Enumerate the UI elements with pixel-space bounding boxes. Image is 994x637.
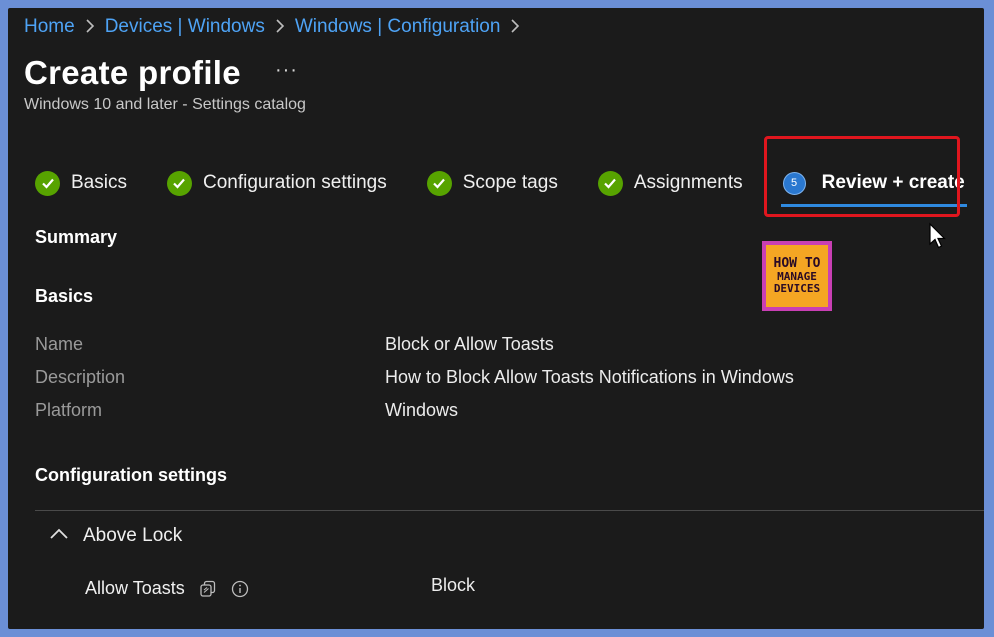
step-scope-tags[interactable]: Scope tags (426, 170, 558, 196)
setting-label: Allow Toasts (85, 578, 185, 598)
setting-row-allow-toasts: Allow Toasts (85, 578, 263, 599)
property-label-description: Description (35, 367, 126, 387)
app-window: Home Devices | Windows Windows | Configu… (8, 8, 984, 629)
step-label: Basics (71, 172, 127, 193)
breadcrumb: Home Devices | Windows Windows | Configu… (24, 15, 530, 39)
step-label: Configuration settings (202, 172, 387, 193)
logo-inner: HOW TO MANAGE DEVICES (766, 245, 828, 307)
highlight-annotation (764, 136, 960, 217)
mouse-cursor-icon (928, 222, 948, 255)
checkmark-icon (166, 170, 192, 196)
property-value-description: How to Block Allow Toasts Notifications … (385, 367, 794, 387)
logo-line-1: HOW TO (773, 256, 821, 271)
chevron-right-icon (275, 17, 285, 38)
step-basics[interactable]: Basics (35, 170, 127, 196)
property-label-name: Name (35, 334, 84, 354)
chevron-up-icon (50, 527, 68, 545)
checkmark-icon (597, 170, 623, 196)
checkmark-icon (35, 170, 60, 196)
chevron-right-icon (85, 17, 95, 38)
group-label: Above Lock (83, 525, 183, 546)
step-label: Assignments (633, 172, 743, 193)
property-value-platform: Windows (385, 400, 459, 420)
logo-line-3: DEVICES (773, 282, 821, 295)
step-label: Scope tags (462, 172, 558, 193)
group-header-above-lock[interactable]: Above Lock (50, 525, 182, 547)
copy-icon[interactable] (199, 580, 217, 598)
step-assignments[interactable]: Assignments (597, 170, 743, 196)
breadcrumb-home[interactable]: Home (24, 16, 75, 38)
divider (35, 510, 984, 511)
title-row: Create profile ··· (24, 54, 298, 92)
breadcrumb-windows-configuration[interactable]: Windows | Configuration (295, 16, 501, 38)
step-configuration-settings[interactable]: Configuration settings (166, 170, 387, 196)
property-label-platform: Platform (35, 400, 103, 420)
breadcrumb-devices-windows[interactable]: Devices | Windows (105, 16, 265, 38)
how-to-manage-devices-logo: HOW TO MANAGE DEVICES (762, 241, 832, 311)
summary-heading: Summary (35, 227, 118, 247)
property-value-name: Block or Allow Toasts (385, 334, 554, 354)
checkmark-icon (426, 170, 452, 196)
more-options-button[interactable]: ··· (275, 59, 298, 82)
page-title: Create profile (24, 54, 241, 91)
configuration-settings-heading: Configuration settings (35, 465, 227, 485)
setting-value: Block (431, 575, 476, 595)
info-icon[interactable] (231, 580, 249, 598)
page-subtitle: Windows 10 and later - Settings catalog (24, 96, 306, 113)
chevron-right-icon (510, 17, 520, 38)
basics-heading: Basics (35, 286, 94, 306)
